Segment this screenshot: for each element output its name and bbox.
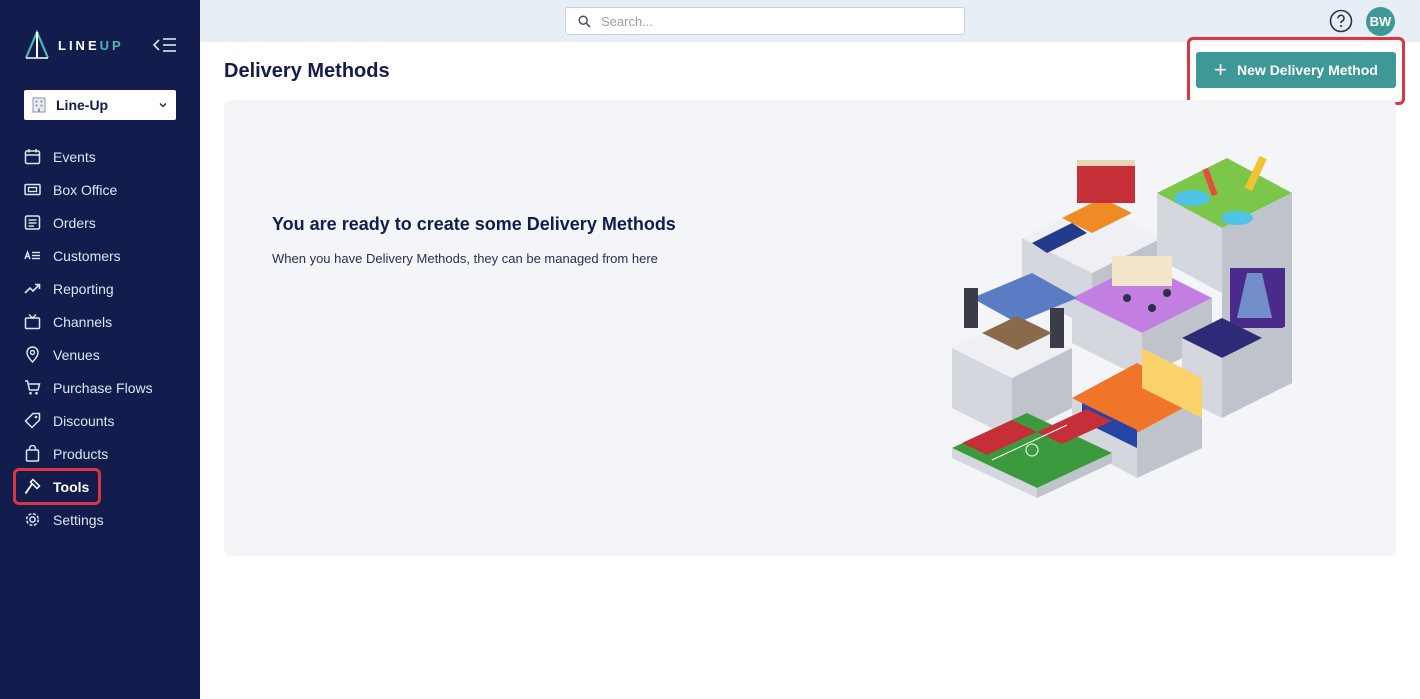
sidebar-item-products[interactable]: Products [12, 437, 188, 470]
logo-text: LINEUP [58, 37, 124, 53]
tag-icon [24, 412, 41, 429]
cart-icon [24, 379, 41, 396]
empty-state-title: You are ready to create some Delivery Me… [272, 214, 676, 234]
tv-icon [24, 313, 41, 330]
organization-select[interactable]: Line-Up [24, 90, 176, 120]
sidebar-item-purchase-flows[interactable]: Purchase Flows [12, 371, 188, 404]
building-icon [32, 97, 46, 113]
sidebar-item-label: Orders [53, 214, 96, 231]
sidebar-item-label: Reporting [53, 280, 114, 297]
sidebar-item-discounts[interactable]: Discounts [12, 404, 188, 437]
sidebar-item-label: Box Office [53, 181, 118, 198]
sidebar-item-label: Channels [53, 313, 113, 330]
sidebar-item-label: Tools [53, 478, 90, 495]
logo-mark-icon [24, 30, 50, 59]
sidebar-item-channels[interactable]: Channels [12, 305, 188, 338]
map-pin-icon [24, 346, 41, 363]
sidebar-item-tools[interactable]: Tools [13, 468, 101, 505]
empty-state-panel: You are ready to create some Delivery Me… [224, 100, 1396, 556]
sidebar-item-label: Purchase Flows [53, 379, 153, 396]
trend-icon [24, 280, 41, 297]
sidebar-item-box-office[interactable]: Box Office [12, 173, 188, 206]
sidebar: LINEUP Line-Up Events Box Office Orders … [0, 0, 200, 699]
sidebar-item-reporting[interactable]: Reporting [12, 272, 188, 305]
sidebar-item-venues[interactable]: Venues [12, 338, 188, 371]
lineup-logo[interactable]: LINEUP [24, 30, 124, 60]
sidebar-item-customers[interactable]: Customers [12, 239, 188, 272]
top-bar: BW [200, 0, 1420, 42]
new-delivery-method-label: New Delivery Method [1237, 62, 1378, 78]
sidebar-item-events[interactable]: Events [12, 140, 188, 173]
new-delivery-method-button[interactable]: + New Delivery Method [1196, 52, 1396, 88]
page-title: Delivery Methods [224, 60, 390, 82]
list-icon [24, 214, 41, 231]
ticket-icon [24, 181, 41, 198]
help-icon[interactable] [1329, 9, 1353, 33]
bag-icon [24, 445, 41, 462]
calendar-icon [24, 148, 41, 165]
collapse-sidebar-icon[interactable] [152, 36, 178, 54]
sidebar-item-orders[interactable]: Orders [12, 206, 188, 239]
search-icon [578, 14, 591, 28]
sidebar-item-label: Venues [53, 346, 100, 363]
sidebar-item-label: Settings [53, 511, 104, 528]
search-box[interactable] [565, 7, 965, 35]
plus-icon: + [1214, 57, 1228, 82]
hammer-icon [24, 478, 41, 495]
sidebar-item-label: Products [53, 445, 109, 462]
venues-illustration [952, 155, 1292, 498]
contacts-icon [24, 247, 41, 264]
sidebar-item-label: Discounts [53, 412, 115, 429]
sidebar-item-settings[interactable]: Settings [12, 503, 188, 536]
user-avatar[interactable]: BW [1366, 7, 1395, 36]
sidebar-nav: Events Box Office Orders Customers Repor… [12, 140, 188, 536]
organization-name: Line-Up [56, 97, 109, 113]
empty-state-description: When you have Delivery Methods, they can… [272, 251, 658, 266]
sidebar-item-label: Customers [53, 247, 121, 264]
chevron-down-icon [159, 103, 167, 108]
search-input[interactable] [601, 13, 941, 29]
gear-icon [24, 511, 41, 528]
sidebar-item-label: Events [53, 148, 96, 165]
